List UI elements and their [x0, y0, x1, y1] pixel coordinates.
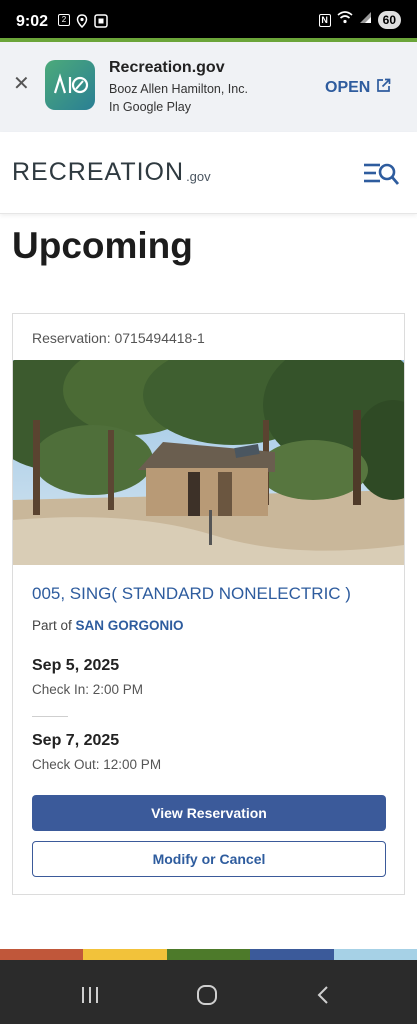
reservation-number: Reservation: 0715494418-1	[32, 330, 205, 346]
app-install-banner: ✕ Recreation.gov Booz Allen Hamilton, In…	[0, 42, 417, 132]
close-icon[interactable]: ✕	[13, 74, 30, 94]
recent-apps-icon[interactable]	[80, 984, 100, 1011]
app-developer: Booz Allen Hamilton, Inc.	[109, 82, 248, 96]
wifi-icon	[337, 11, 353, 29]
menu-search-icon[interactable]	[362, 160, 400, 193]
battery-icon: 60	[377, 11, 401, 29]
checkin-time: Check In: 2:00 PM	[32, 682, 144, 697]
status-time: 9:02	[16, 13, 49, 30]
recreation-logo[interactable]: RECREATION .gov	[12, 158, 211, 187]
checkin-date: Sep 5, 2025	[32, 657, 120, 674]
open-label: OPEN	[325, 79, 371, 96]
page-title: Upcoming	[12, 225, 193, 266]
app-name: Recreation.gov	[109, 59, 225, 76]
date-divider	[32, 716, 68, 717]
stripe-segment	[166, 949, 251, 960]
checkout-time: Check Out: 12:00 PM	[32, 757, 162, 772]
signal-icon	[359, 11, 372, 29]
logo-tld: .gov	[186, 169, 211, 184]
part-of-line: Part of SAN GORGONIO	[32, 618, 184, 633]
campsite-name-link[interactable]: 005, SING( STANDARD NONELECTRIC )	[32, 584, 351, 604]
home-icon[interactable]	[196, 984, 218, 1011]
notification-count-icon: 2	[58, 14, 70, 26]
site-header: RECREATION .gov	[0, 132, 417, 214]
location-icon	[76, 14, 88, 33]
campsite-photo	[13, 360, 404, 565]
footer-color-stripe	[0, 949, 417, 960]
stripe-segment	[83, 949, 167, 960]
nfc-icon: N	[318, 13, 331, 27]
modify-or-cancel-button[interactable]: Modify or Cancel	[32, 841, 386, 877]
app-icon	[45, 60, 95, 110]
checkout-date: Sep 7, 2025	[32, 732, 120, 749]
app-store-label: In Google Play	[109, 100, 191, 114]
back-icon[interactable]	[314, 984, 332, 1011]
system-nav-bar	[0, 972, 417, 1024]
status-bar: 9:02 2 N 60	[0, 0, 417, 40]
stripe-segment	[0, 949, 84, 960]
view-reservation-button[interactable]: View Reservation	[32, 795, 386, 831]
stripe-segment	[250, 949, 334, 960]
facility-link[interactable]: SAN GORGONIO	[76, 618, 184, 633]
logo-wordmark: RECREATION	[12, 158, 185, 186]
screenshot-icon	[94, 14, 108, 33]
external-link-icon	[376, 78, 391, 98]
reservation-card: Reservation: 0715494418-1 005, SING(STA…	[12, 313, 405, 895]
footer	[0, 960, 417, 972]
stripe-segment	[333, 949, 417, 960]
part-of-label: Part of	[32, 618, 72, 633]
open-app-button[interactable]: OPEN	[325, 78, 391, 98]
